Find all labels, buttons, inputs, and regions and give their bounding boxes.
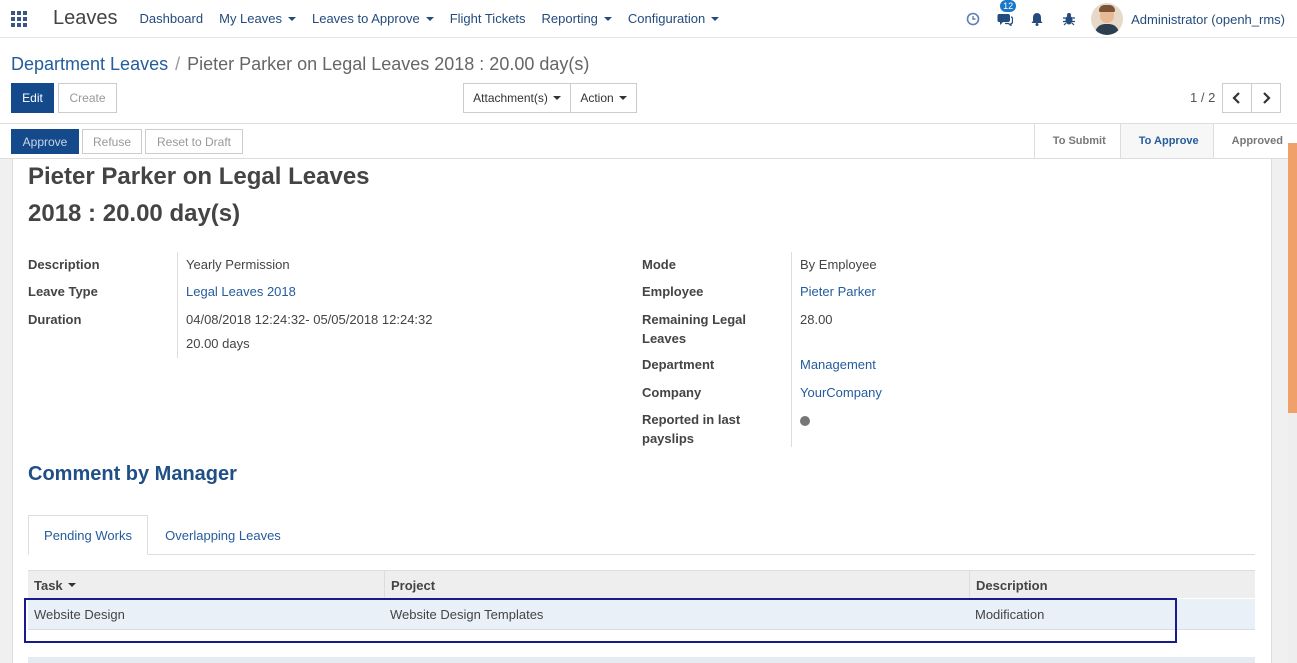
caret-down-icon [711, 16, 720, 21]
row-highlight-box [24, 598, 1177, 643]
mode-value: By Employee [800, 257, 877, 272]
menu-my-leaves-label: My Leaves [219, 11, 282, 26]
record-title: Pieter Parker on Legal Leaves 2018 : 20.… [28, 158, 448, 232]
attachments-dropdown[interactable]: Attachment(s) [463, 83, 571, 113]
refuse-button[interactable]: Refuse [82, 129, 142, 154]
table-header: Task Project Description [28, 570, 1255, 599]
chevron-right-icon [1263, 92, 1271, 104]
duration-dates: 04/08/2018 12:24:32- 05/05/2018 12:24:32 [186, 312, 433, 327]
breadcrumb-current: Pieter Parker on Legal Leaves 2018 : 20.… [187, 54, 590, 74]
stage-to-submit[interactable]: To Submit [1033, 124, 1120, 158]
record-title-line-2: 2018 : 20.00 day(s) [28, 200, 241, 227]
action-dropdown[interactable]: Action [570, 83, 637, 113]
messages-badge: 12 [1000, 0, 1017, 12]
column-header-task-label: Task [34, 577, 63, 593]
caret-down-icon [603, 16, 612, 21]
pager-previous-button[interactable] [1222, 83, 1252, 113]
stage-bar: To Submit To Approve Approved [1033, 124, 1297, 158]
chevron-left-icon [1232, 92, 1240, 104]
comment-by-manager-heading: Comment by Manager [28, 463, 237, 485]
menu-leaves-to-approve-label: Leaves to Approve [311, 11, 420, 26]
leave-type-label: Leave Type [28, 284, 98, 299]
department-label: Department [642, 357, 715, 372]
app-brand: Leaves [53, 7, 118, 29]
menu-flight-tickets[interactable]: Flight Tickets [450, 11, 526, 26]
company-label: Company [642, 385, 702, 400]
menu-configuration[interactable]: Configuration [627, 11, 720, 26]
remaining-leaves-label-line-2: Leaves [642, 331, 687, 346]
action-label: Action [580, 91, 614, 105]
clock-icon[interactable] [957, 0, 989, 38]
column-header-project[interactable]: Project [384, 571, 969, 599]
pager-next-button[interactable] [1251, 83, 1281, 113]
reported-in-payslips-label: Reported in last payslips [642, 410, 740, 448]
menu-dashboard-label: Dashboard [139, 11, 204, 26]
description-value: Yearly Permission [186, 257, 290, 272]
description-label: Description [28, 257, 100, 272]
menu-flight-tickets-label: Flight Tickets [449, 11, 526, 26]
record-title-line-1: Pieter Parker on Legal Leaves [28, 163, 370, 190]
breadcrumb-parent-link[interactable]: Department Leaves [11, 54, 168, 75]
left-field-divider [177, 252, 178, 358]
reported-label-line-2: payslips [642, 431, 695, 446]
bell-icon[interactable] [1021, 0, 1053, 38]
mode-label: Mode [642, 257, 676, 272]
duration-label: Duration [28, 312, 82, 327]
attachments-label: Attachment(s) [473, 91, 548, 105]
stage-to-approve[interactable]: To Approve [1119, 124, 1213, 158]
bug-icon[interactable] [1053, 0, 1085, 38]
remaining-leaves-value: 28.00 [800, 312, 833, 327]
top-navbar: Leaves Dashboard My Leaves Leaves to App… [0, 0, 1297, 38]
status-header: Approve Refuse Reset to Draft To Submit … [0, 123, 1297, 159]
tab-overlapping-leaves[interactable]: Overlapping Leaves [152, 515, 294, 555]
duration-days: 20.00 days [186, 336, 250, 351]
tab-pending-works[interactable]: Pending Works [28, 515, 148, 555]
menu-leaves-to-approve[interactable]: Leaves to Approve [312, 11, 434, 26]
column-header-description[interactable]: Description [969, 571, 1255, 599]
menu-reporting-label: Reporting [541, 11, 598, 26]
caret-down-icon [618, 96, 627, 100]
right-field-divider [791, 252, 792, 447]
pager-value[interactable]: 1 / 2 [1190, 90, 1215, 105]
user-avatar[interactable] [1091, 3, 1124, 35]
reported-in-payslips-toggle[interactable] [800, 416, 810, 426]
breadcrumb: Department Leaves / Pieter Parker on Leg… [11, 54, 589, 75]
employee-link[interactable]: Pieter Parker [800, 280, 876, 304]
reported-label-line-1: Reported in last [642, 412, 741, 427]
employee-label: Employee [642, 284, 704, 299]
stage-approved[interactable]: Approved [1212, 124, 1297, 158]
edit-button[interactable]: Edit [11, 83, 54, 113]
apps-menu-icon[interactable] [0, 0, 38, 38]
user-menu[interactable]: Administrator (openh_rms) [1131, 12, 1285, 27]
remaining-leaves-label: Remaining Legal Leaves [642, 310, 746, 348]
sort-caret-icon [67, 583, 76, 587]
menu-configuration-label: Configuration [627, 11, 706, 26]
menu-dashboard[interactable]: Dashboard [140, 11, 204, 26]
breadcrumb-separator: / [175, 54, 181, 74]
navbar-right: 12 Administrator (openh_rms) [957, 0, 1297, 38]
approve-button[interactable]: Approve [11, 129, 79, 154]
remaining-leaves-label-line-1: Remaining Legal [642, 312, 747, 327]
menu-reporting[interactable]: Reporting [542, 11, 612, 26]
column-header-task[interactable]: Task [28, 571, 384, 599]
department-link[interactable]: Management [800, 353, 876, 377]
messages-icon[interactable]: 12 [989, 0, 1021, 38]
table-footer [28, 657, 1255, 663]
caret-down-icon [552, 96, 561, 100]
reset-to-draft-button[interactable]: Reset to Draft [145, 129, 243, 154]
caret-down-icon [425, 16, 434, 21]
main-menu: Dashboard My Leaves Leaves to Approve Fl… [140, 11, 736, 26]
menu-my-leaves[interactable]: My Leaves [219, 11, 296, 26]
leave-type-link[interactable]: Legal Leaves 2018 [186, 280, 296, 304]
create-button[interactable]: Create [58, 83, 117, 113]
caret-down-icon [287, 16, 296, 21]
company-link[interactable]: YourCompany [800, 381, 882, 405]
scrollbar-thumb[interactable] [1288, 143, 1297, 413]
